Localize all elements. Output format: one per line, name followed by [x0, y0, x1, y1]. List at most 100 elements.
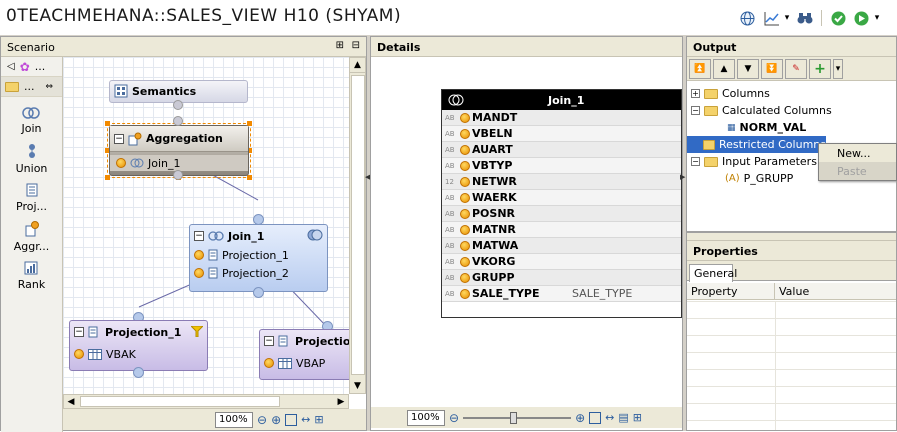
edit-icon[interactable]: ✎: [785, 58, 807, 79]
join-details-table[interactable]: Join_1 AB MANDT AB VBELN AB AUART AB VBTYP 12 NET…: [441, 89, 682, 318]
join-table-row[interactable]: AB MATNR: [442, 222, 681, 238]
auto-layout-icon[interactable]: ⊞: [314, 413, 323, 426]
tab-general[interactable]: General: [689, 264, 737, 282]
chevron-down-icon[interactable]: ▾: [783, 9, 791, 27]
fit-page-icon[interactable]: [285, 413, 298, 426]
scrollbar-thumb[interactable]: [80, 396, 280, 407]
details-zoom-bar: 100% ⊖ ⊕ ↔ ▤ ⊞: [371, 407, 682, 428]
move-bottom-icon[interactable]: ⏬: [761, 58, 783, 79]
collapse-all-icon[interactable]: ⊟: [352, 40, 360, 51]
zoom-slider[interactable]: [463, 411, 572, 424]
palette-item-projection[interactable]: Proj...: [16, 183, 47, 213]
join-table-row[interactable]: AB WAERK: [442, 190, 681, 206]
tree-item-calculated-columns[interactable]: − Calculated Columns: [691, 102, 896, 119]
projection1-bottom-port[interactable]: [133, 367, 144, 378]
fit-page-icon[interactable]: [589, 411, 602, 424]
join-type-icon[interactable]: [307, 229, 323, 241]
join-table-row[interactable]: AB AUART: [442, 142, 681, 158]
move-top-icon[interactable]: ⏫: [689, 58, 711, 79]
scrollbar-thumb[interactable]: [351, 75, 365, 375]
node-input-item[interactable]: Projection_2: [190, 265, 327, 281]
properties-sash[interactable]: [687, 233, 896, 241]
globe-icon[interactable]: [738, 9, 756, 27]
projection2-node[interactable]: − Projectio VBAP: [259, 329, 349, 380]
join-table-row[interactable]: AB VBTYP: [442, 158, 681, 174]
join-table-row[interactable]: AB MATWA: [442, 238, 681, 254]
chevron-down-icon[interactable]: ▾: [873, 9, 881, 27]
aggregation-top-port[interactable]: [173, 116, 183, 126]
chevron-right-icon[interactable]: ▶: [680, 172, 685, 182]
scroll-down-icon[interactable]: ▼: [350, 378, 365, 393]
menu-item-paste[interactable]: Paste: [819, 162, 896, 180]
palette-item-union[interactable]: Union: [16, 143, 47, 175]
aggregation-bottom-port[interactable]: [173, 170, 183, 180]
expand-all-icon[interactable]: ⊞: [336, 40, 344, 51]
join-table-row[interactable]: 12 NETWR: [442, 174, 681, 190]
run-icon[interactable]: [852, 9, 870, 27]
palette-folder-row[interactable]: ... ⇔: [1, 77, 62, 97]
palette-overflow[interactable]: ...: [35, 60, 46, 73]
chevron-left-icon[interactable]: ◁: [7, 61, 15, 72]
tree-item-columns[interactable]: + Columns: [691, 85, 896, 102]
auto-layout-icon[interactable]: ⊞: [633, 411, 642, 424]
collapse-icon[interactable]: −: [691, 106, 700, 115]
zoom-in-icon[interactable]: ⊕: [575, 411, 585, 425]
palette-item-rank[interactable]: Rank: [18, 261, 45, 291]
node-input-item[interactable]: Projection_1: [190, 247, 327, 263]
filter-icon[interactable]: [191, 326, 203, 337]
canvas-vertical-scrollbar[interactable]: ▲ ▼: [349, 57, 366, 394]
fit-width-icon[interactable]: ↔: [605, 411, 614, 424]
node-input-item[interactable]: VBAK: [70, 346, 207, 362]
join-table-row[interactable]: AB VBELN: [442, 126, 681, 142]
move-up-icon[interactable]: ▲: [713, 58, 735, 79]
menu-item-new[interactable]: New...: [819, 144, 896, 162]
join-table-row[interactable]: AB VKORG: [442, 254, 681, 270]
zoom-slider-thumb[interactable]: [510, 411, 518, 424]
join-table-row[interactable]: AB GRUPP: [442, 270, 681, 286]
zoom-out-icon[interactable]: ⊖: [449, 411, 459, 425]
expand-icon[interactable]: +: [691, 89, 700, 98]
property-column-header[interactable]: Property: [687, 283, 775, 299]
collapse-icon[interactable]: −: [691, 157, 700, 166]
palette-item-join[interactable]: Join: [21, 107, 42, 135]
chevron-down-icon[interactable]: ▾: [833, 58, 843, 79]
zoom-level-field[interactable]: 100%: [215, 411, 253, 428]
zoom-level-field[interactable]: 100%: [407, 409, 445, 426]
join-node[interactable]: − Join_1 Projection_1 Projection_2: [189, 224, 328, 292]
tree-item-restricted-columns[interactable]: Restricted Columns: [687, 136, 826, 153]
scenario-canvas[interactable]: Semantics − Aggregation Join_1 − Join_1 …: [63, 57, 349, 394]
zoom-out-icon[interactable]: ⊖: [257, 413, 267, 427]
join-bottom-port[interactable]: [253, 287, 264, 298]
palette-item-aggregation[interactable]: Aggr...: [14, 221, 49, 253]
aggregation-node[interactable]: − Aggregation Join_1: [109, 125, 249, 176]
palette-icon[interactable]: ✿: [20, 60, 30, 74]
scroll-left-icon[interactable]: ◀: [64, 395, 78, 408]
fit-width-icon[interactable]: ↔: [301, 413, 310, 426]
value-column-header[interactable]: Value: [775, 283, 813, 299]
swap-icon[interactable]: ⇔: [46, 82, 54, 92]
scroll-right-icon[interactable]: ▶: [334, 395, 348, 408]
node-input-item[interactable]: VBAP: [260, 355, 349, 371]
collapse-icon[interactable]: −: [264, 336, 274, 346]
join-table-row[interactable]: AB SALE_TYPE SALE_TYPE: [442, 286, 681, 302]
details-canvas[interactable]: Join_1 AB MANDT AB VBELN AB AUART AB VBTYP 12 NET…: [371, 57, 682, 399]
join-table-row[interactable]: AB MANDT: [442, 110, 681, 126]
activate-check-icon[interactable]: [829, 9, 847, 27]
collapse-icon[interactable]: −: [194, 231, 204, 241]
binoculars-icon[interactable]: [796, 9, 814, 27]
node-input-item[interactable]: Join_1: [110, 155, 248, 171]
add-icon[interactable]: +: [809, 58, 831, 79]
zoom-in-icon[interactable]: ⊕: [271, 413, 281, 427]
semantics-port[interactable]: [173, 100, 183, 110]
column-icon: [460, 112, 470, 123]
projection1-node[interactable]: − Projection_1 VBAK: [69, 320, 208, 371]
collapse-icon[interactable]: −: [74, 327, 84, 337]
layout-icon[interactable]: ▤: [618, 411, 628, 424]
join-table-row[interactable]: AB POSNR: [442, 206, 681, 222]
chart-icon[interactable]: [762, 9, 782, 27]
scroll-up-icon[interactable]: ▲: [350, 58, 365, 73]
collapse-icon[interactable]: −: [114, 133, 124, 144]
tree-item-norm-val[interactable]: ▦ NORM_VAL: [691, 119, 896, 136]
move-down-icon[interactable]: ▼: [737, 58, 759, 79]
canvas-horizontal-scrollbar[interactable]: ◀ ▶: [63, 394, 349, 409]
